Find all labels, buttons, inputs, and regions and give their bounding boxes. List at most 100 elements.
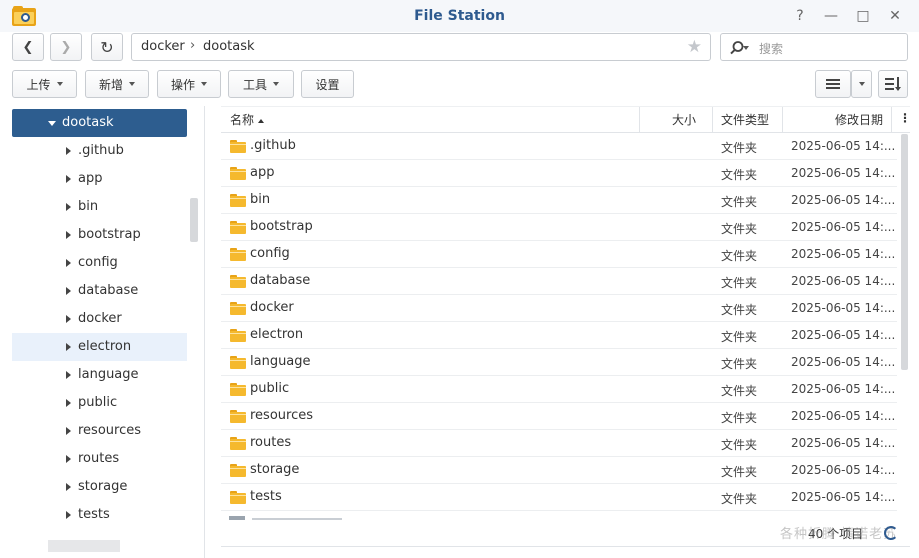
expand-caret-icon[interactable] — [66, 315, 71, 323]
expand-caret-icon[interactable] — [66, 399, 71, 407]
tree-item-label: public — [78, 395, 118, 410]
refresh-button[interactable]: ↻ — [91, 33, 123, 61]
tree-item-routes[interactable]: routes — [12, 445, 187, 473]
column-modified-header[interactable]: 修改日期 — [835, 111, 883, 128]
tree-item-label: tests — [78, 507, 110, 522]
tools-button[interactable]: 工具 — [228, 70, 294, 98]
file-name: electron — [250, 327, 304, 342]
expand-caret-icon[interactable] — [66, 483, 71, 491]
table-row[interactable]: bin 文件夹 2025-06-05 14:... — [221, 187, 897, 214]
table-row[interactable]: electron 文件夹 2025-06-05 14:... — [221, 322, 897, 349]
forward-button[interactable]: ❯ — [50, 33, 82, 61]
table-row[interactable]: bootstrap 文件夹 2025-06-05 14:... — [221, 214, 897, 241]
expand-caret-icon[interactable] — [66, 259, 71, 267]
footer-divider — [221, 546, 910, 547]
tree-item-docker[interactable]: docker — [12, 305, 187, 333]
file-type: 文件夹 — [721, 276, 758, 290]
tree-item-github[interactable]: .github — [12, 137, 187, 165]
expand-caret-icon[interactable] — [66, 511, 71, 519]
settings-button[interactable]: 设置 — [301, 70, 354, 98]
tree-item-label: language — [78, 367, 139, 382]
table-row[interactable]: app 文件夹 2025-06-05 14:... — [221, 160, 897, 187]
expand-caret-icon[interactable] — [66, 427, 71, 435]
tree-item-resources[interactable]: resources — [12, 417, 187, 445]
tree-item-app[interactable]: app — [12, 165, 187, 193]
file-type: 文件夹 — [721, 303, 758, 317]
file-type: 文件夹 — [721, 141, 758, 155]
file-name: routes — [250, 435, 292, 450]
column-name-header[interactable]: 名称 — [230, 111, 265, 128]
table-row[interactable]: storage 文件夹 2025-06-05 14:... — [221, 457, 897, 484]
upload-button[interactable]: 上传 — [12, 70, 77, 98]
expand-caret-icon[interactable] — [66, 455, 71, 463]
column-divider[interactable] — [891, 107, 892, 133]
action-button[interactable]: 操作 — [157, 70, 221, 98]
file-list-header: 名称 大小 文件类型 修改日期 ⋮ — [221, 106, 911, 133]
minimize-icon[interactable]: — — [821, 6, 841, 26]
expand-caret-icon[interactable] — [66, 147, 71, 155]
column-size-header[interactable]: 大小 — [672, 111, 696, 128]
folder-icon — [230, 302, 246, 315]
chevron-down-icon — [858, 82, 865, 86]
column-name-label: 名称 — [230, 113, 255, 127]
close-icon[interactable]: ✕ — [885, 6, 905, 26]
table-row[interactable]: routes 文件夹 2025-06-05 14:... — [221, 430, 897, 457]
table-row[interactable]: config 文件夹 2025-06-05 14:... — [221, 241, 897, 268]
expand-caret-icon[interactable] — [66, 231, 71, 239]
refresh-icon[interactable] — [884, 526, 898, 540]
breadcrumb-item[interactable]: dootask — [203, 39, 255, 54]
create-button[interactable]: 新增 — [85, 70, 149, 98]
maximize-icon[interactable]: □ — [853, 6, 873, 26]
tree-item-config[interactable]: config — [12, 249, 187, 277]
folder-icon — [230, 140, 246, 153]
window-title: File Station — [414, 8, 505, 24]
sort-button[interactable] — [878, 70, 908, 98]
tree-item-electron[interactable]: electron — [12, 333, 187, 361]
chevron-down-icon — [56, 82, 63, 86]
expand-caret-icon[interactable] — [48, 121, 56, 126]
expand-caret-icon[interactable] — [66, 287, 71, 295]
table-row[interactable]: docker 文件夹 2025-06-05 14:... — [221, 295, 897, 322]
file-list-scrollbar[interactable] — [901, 134, 908, 370]
file-modified: 2025-06-05 14:... — [791, 409, 896, 423]
folder-icon — [230, 275, 246, 288]
tree-item-bootstrap[interactable]: bootstrap — [12, 221, 187, 249]
column-type-header[interactable]: 文件类型 — [721, 111, 769, 128]
table-row[interactable]: .github 文件夹 2025-06-05 14:... — [221, 133, 897, 160]
table-row[interactable]: public 文件夹 2025-06-05 14:... — [221, 376, 897, 403]
breadcrumb-item[interactable]: docker — [141, 39, 185, 54]
favorite-star-icon[interactable]: ★ — [687, 37, 702, 57]
expand-caret-icon[interactable] — [66, 371, 71, 379]
view-mode-dropdown[interactable] — [851, 70, 872, 98]
column-menu-icon[interactable]: ⋮ — [899, 111, 911, 125]
table-row[interactable]: tests 文件夹 2025-06-05 14:... — [221, 484, 897, 511]
column-divider[interactable] — [782, 107, 783, 133]
search-field[interactable]: 搜索 — [720, 33, 908, 61]
tree-item-language[interactable]: language — [12, 361, 187, 389]
tree-item-storage[interactable]: storage — [12, 473, 187, 501]
tree-item-root[interactable]: dootask — [12, 109, 187, 137]
tree-item-bin[interactable]: bin — [12, 193, 187, 221]
table-row[interactable]: database 文件夹 2025-06-05 14:... — [221, 268, 897, 295]
column-divider[interactable] — [712, 107, 713, 133]
file-name: bin — [250, 192, 271, 207]
tree-item-database[interactable]: database — [12, 277, 187, 305]
tree-item-public[interactable]: public — [12, 389, 187, 417]
chevron-down-icon[interactable] — [743, 46, 749, 50]
sidebar-scrollbar[interactable] — [190, 198, 198, 242]
table-row[interactable]: resources 文件夹 2025-06-05 14:... — [221, 403, 897, 430]
tree-item-tests[interactable]: tests — [12, 501, 187, 529]
table-row[interactable]: language 文件夹 2025-06-05 14:... — [221, 349, 897, 376]
back-button[interactable]: ❮ — [12, 33, 44, 61]
expand-caret-icon[interactable] — [66, 175, 71, 183]
file-name: resources — [250, 408, 314, 423]
upload-button-label: 上传 — [26, 77, 51, 92]
help-icon[interactable]: ? — [790, 6, 810, 26]
search-placeholder[interactable]: 搜索 — [759, 40, 783, 57]
column-divider[interactable] — [639, 107, 640, 133]
sidebar-divider[interactable] — [204, 106, 205, 558]
expand-caret-icon[interactable] — [66, 343, 71, 351]
expand-caret-icon[interactable] — [66, 203, 71, 211]
list-view-button[interactable] — [815, 70, 851, 98]
path-bar[interactable]: docker › dootask ★ — [131, 33, 711, 61]
